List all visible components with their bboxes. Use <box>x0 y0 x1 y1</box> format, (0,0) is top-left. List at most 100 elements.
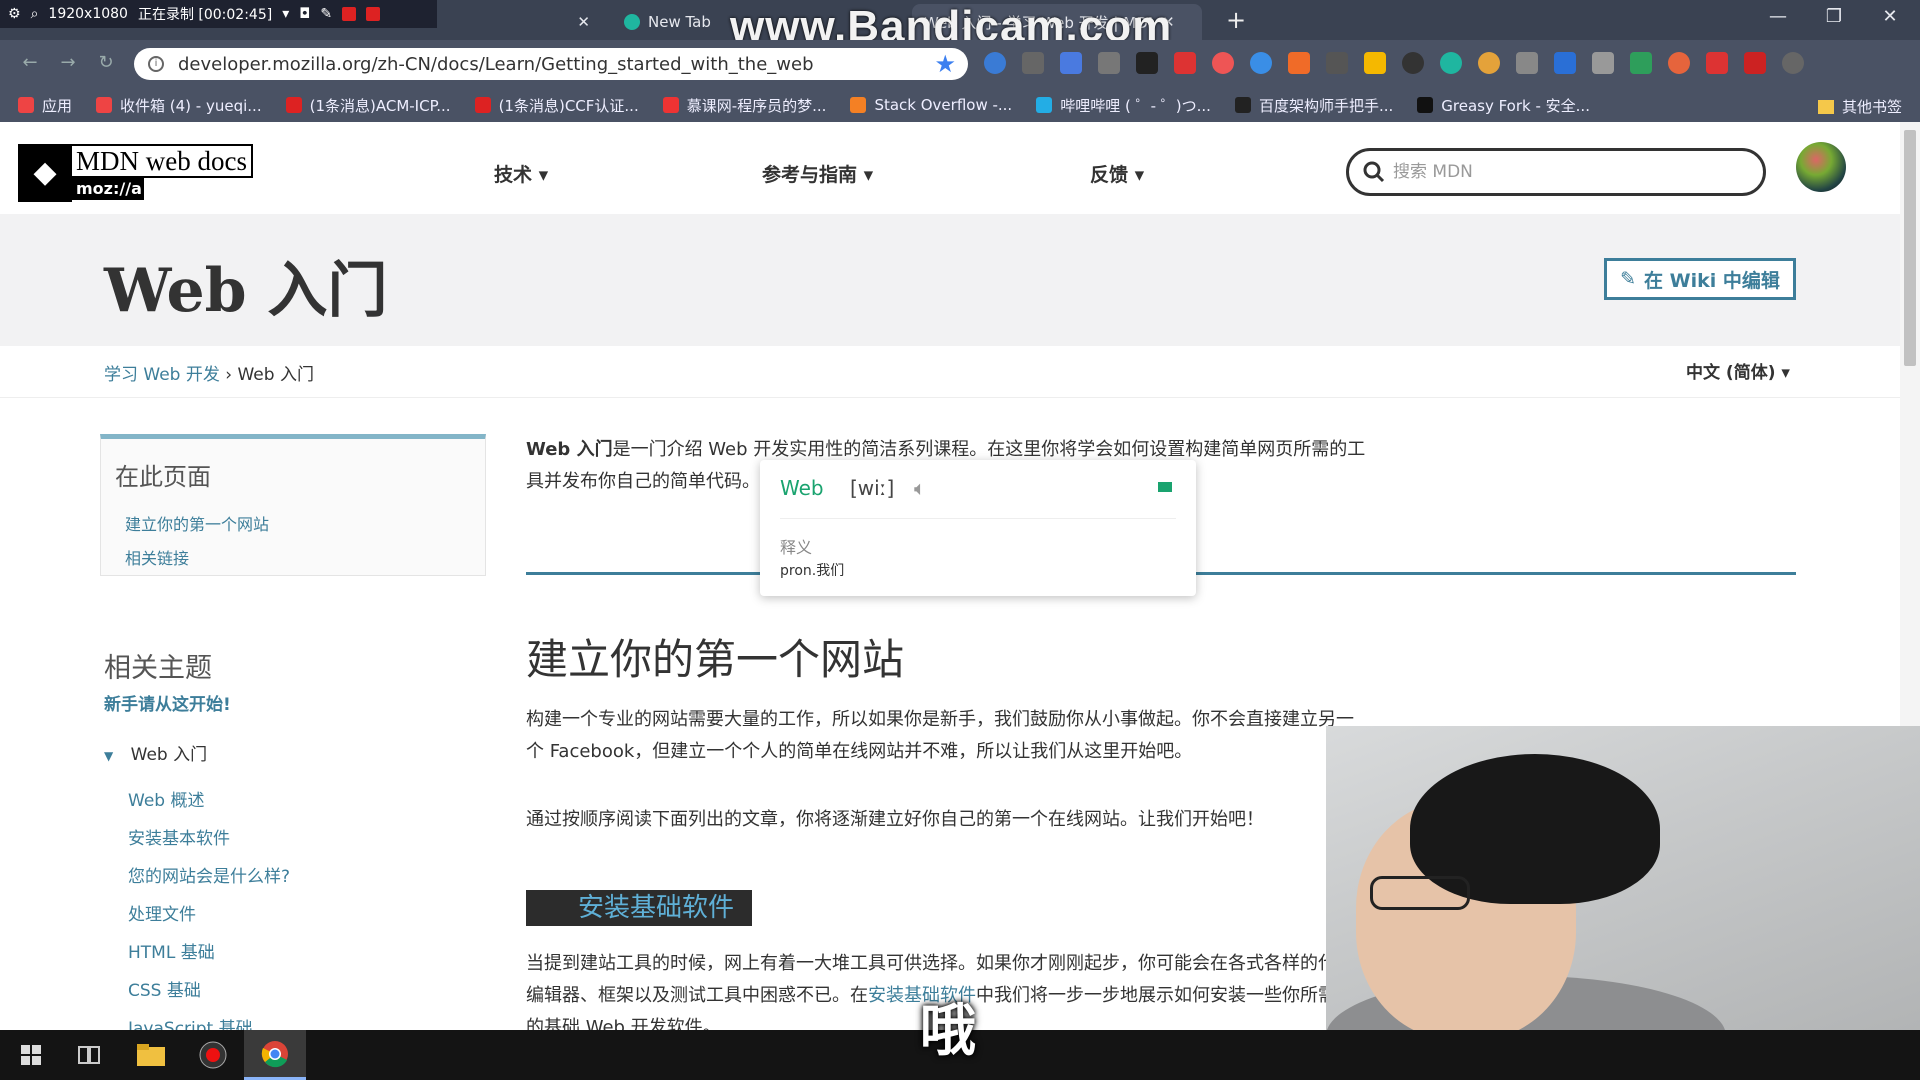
sidebar-link-website-look[interactable]: 您的网站会是什么样? <box>128 862 290 887</box>
bookmark-favicon-icon <box>1234 97 1251 113</box>
nav-references-guides[interactable]: 参考与指南 ▾ <box>762 160 873 187</box>
extension-edge-icon[interactable] <box>1250 52 1272 74</box>
page-title: Web 入门 <box>104 256 388 326</box>
recorder-dropdown-icon[interactable]: ▾ <box>282 6 289 22</box>
site-info-icon[interactable]: i <box>148 56 164 72</box>
tab-first[interactable]: ✕ <box>440 4 602 40</box>
recorder-status: 正在录制 [00:02:45] <box>137 7 273 23</box>
extension-shield-icon[interactable] <box>1098 52 1120 74</box>
extension-ublock-icon[interactable] <box>1136 52 1158 74</box>
restore-button[interactable]: ❐ <box>1812 6 1856 27</box>
edit-in-wiki-button[interactable]: ✎ 在 Wiki 中编辑 <box>1604 258 1796 300</box>
taskbar-chrome[interactable] <box>244 1030 306 1080</box>
bookmark-item[interactable]: 应用 <box>18 95 72 116</box>
camera-icon[interactable]: ◘ <box>299 6 310 22</box>
start-here-link[interactable]: 新手请从这开始! <box>104 690 231 715</box>
sidebar-link-css-basics[interactable]: CSS 基础 <box>128 976 201 1001</box>
extension-target-icon[interactable] <box>1212 52 1234 74</box>
bookmark-item[interactable]: Stack Overflow -... <box>850 96 1012 114</box>
bookmark-item[interactable]: (1条消息)ACM-ICP... <box>285 95 451 116</box>
bookmark-favicon-icon <box>285 97 302 113</box>
user-avatar[interactable] <box>1796 142 1846 192</box>
search-icon <box>1363 161 1385 183</box>
extension-chrome-icon[interactable] <box>1478 52 1500 74</box>
recorder-search-icon[interactable]: ⌕ <box>31 6 39 22</box>
flag-icon[interactable] <box>1158 482 1172 492</box>
bookmark-favicon-icon <box>96 97 113 113</box>
bookmark-star-icon[interactable]: ★ <box>934 50 956 78</box>
sidebar-link-web-overview[interactable]: Web 概述 <box>128 786 204 811</box>
extension-m-icon[interactable] <box>1440 52 1462 74</box>
recorder-settings-icon[interactable]: ⚙ <box>8 6 21 22</box>
sidebar-link-handle-files[interactable]: 处理文件 <box>128 900 196 925</box>
sidebar-link-install-software[interactable]: 安装基本软件 <box>128 824 230 849</box>
step-heading-install[interactable]: 安装基础软件 <box>526 890 753 926</box>
scrollbar-thumb[interactable] <box>1904 130 1916 366</box>
extension-ring-icon[interactable] <box>1402 52 1424 74</box>
toc-title: 在此页面 <box>115 463 211 491</box>
extension-more-icon[interactable] <box>1022 52 1044 74</box>
dict-word: Web <box>780 476 824 500</box>
extension-screenshot-icon[interactable] <box>1630 52 1652 74</box>
logo-text: MDN web docs <box>72 144 253 178</box>
extension-sync-icon[interactable] <box>984 52 1006 74</box>
extension-note-icon[interactable] <box>1364 52 1386 74</box>
sidebar-group-web-intro[interactable]: ▼ Web 入门 <box>104 740 207 765</box>
extension-s-icon[interactable] <box>1554 52 1576 74</box>
taskbar-file-explorer[interactable] <box>120 1030 182 1080</box>
language-selector[interactable]: 中文 (简体) ▾ <box>1686 358 1790 383</box>
paragraph-2: 通过按顺序阅读下面列出的文章，你将逐渐建立好你自己的第一个在线网站。让我们开始吧… <box>526 809 1264 830</box>
other-bookmarks[interactable]: 其他书签 <box>1817 96 1902 117</box>
toc-link-related[interactable]: 相关链接 <box>125 545 189 569</box>
reload-icon[interactable]: ↻ <box>94 52 118 76</box>
close-window-button[interactable]: ✕ <box>1868 6 1912 27</box>
breadcrumb-current: Web 入门 <box>237 365 314 385</box>
start-button[interactable] <box>0 1030 62 1080</box>
mdn-logo[interactable]: ◆ MDN web docs moz://a <box>18 144 270 202</box>
extension-ya-icon[interactable] <box>1288 52 1310 74</box>
bookmark-item[interactable]: Greasy Fork - 安全... <box>1417 95 1590 116</box>
dict-divider <box>780 518 1176 519</box>
extension-grid-icon[interactable] <box>1516 52 1538 74</box>
nav-technologies[interactable]: 技术 ▾ <box>494 160 548 187</box>
sidebar-link-js-basics[interactable]: JavaScript 基础 <box>128 1014 253 1030</box>
search-input[interactable] <box>1393 162 1733 182</box>
extension-x-icon[interactable] <box>1326 52 1348 74</box>
extension-cursor-icon[interactable] <box>1592 52 1614 74</box>
bookmark-item[interactable]: 慕课网-程序员的梦... <box>662 95 826 116</box>
forward-icon[interactable]: → <box>56 52 80 76</box>
taskbar-bandicam[interactable] <box>182 1030 244 1080</box>
extension-red-icon[interactable] <box>1744 52 1766 74</box>
edit-button-label: 在 Wiki 中编辑 <box>1644 269 1780 292</box>
extension-translate-icon[interactable] <box>1060 52 1082 74</box>
dinosaur-logo-icon: ◆ <box>18 144 72 202</box>
bookmark-item[interactable]: (1条消息)CCF认证... <box>474 95 639 116</box>
toc-link-first-website[interactable]: 建立你的第一个网站 <box>125 511 269 535</box>
minimize-button[interactable]: — <box>1756 6 1800 27</box>
extension-color-icon[interactable] <box>1668 52 1690 74</box>
pause-icon[interactable] <box>342 7 357 21</box>
breadcrumb: 学习 Web 开发 › Web 入门 <box>104 360 314 385</box>
related-topics-title: 相关主题 <box>104 653 212 684</box>
extension-yab-icon[interactable] <box>1706 52 1728 74</box>
sidebar-link-html-basics[interactable]: HTML 基础 <box>128 938 215 963</box>
new-tab-button[interactable]: + <box>1222 6 1250 34</box>
back-icon[interactable]: ← <box>18 52 42 76</box>
speaker-icon[interactable]: 🔈︎ <box>914 476 926 500</box>
bookmark-item[interactable]: 百度架构师手把手... <box>1234 95 1393 116</box>
breadcrumb-parent-link[interactable]: 学习 Web 开发 <box>104 365 220 385</box>
bookmark-item[interactable]: 收件箱 (4) - yueqi... <box>96 95 262 116</box>
pencil-icon[interactable]: ✎ <box>320 6 332 22</box>
address-bar[interactable]: i developer.mozilla.org/zh-CN/docs/Learn… <box>134 48 968 80</box>
record-icon <box>199 1041 227 1069</box>
bookmark-label: (1条消息)ACM-ICP... <box>309 96 451 115</box>
task-view-icon <box>78 1046 100 1064</box>
nav-feedback[interactable]: 反馈 ▾ <box>1090 160 1144 187</box>
tab-close-icon[interactable]: ✕ <box>577 13 590 31</box>
breadcrumb-separator: › <box>219 365 238 385</box>
bookmark-item[interactable]: 哔哩哔哩 ( ゜- ゜)つ... <box>1036 95 1211 116</box>
task-view-button[interactable] <box>58 1030 120 1080</box>
stop-icon[interactable] <box>366 7 381 21</box>
profile-icon[interactable] <box>1782 52 1804 74</box>
extension-youtube-icon[interactable] <box>1174 52 1196 74</box>
